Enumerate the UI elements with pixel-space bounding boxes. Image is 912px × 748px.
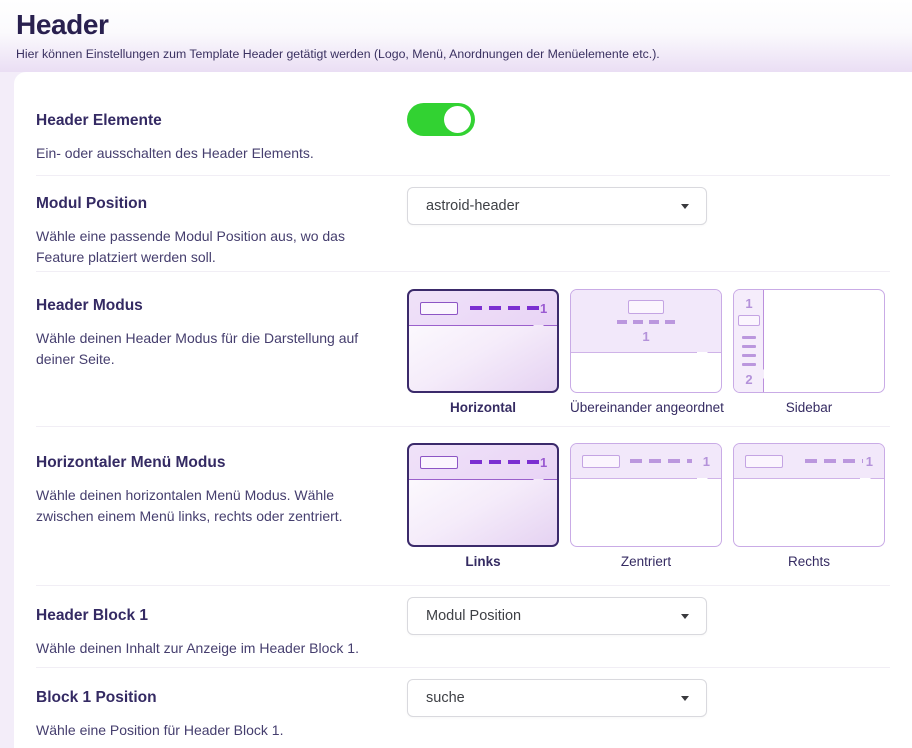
header-elemente-help: Ein- oder ausschalten des Header Element… [36,143,376,164]
menu-dashes-icon [617,320,675,324]
sidebar-thumbnail: 1 2 [733,289,885,393]
menu-mode-option-zentriert[interactable]: 1 Zentriert [570,443,722,569]
menu-dashes-icon [630,459,692,463]
chevron-down-icon [681,204,689,209]
block-1-position-select-value: suche [426,690,465,706]
block-1-position-help: Wähle eine Position für Header Block 1. [36,720,376,741]
block-number: 1 [703,455,710,468]
menu-modus-label: Horizontaler Menü Modus [36,454,407,472]
row-header-elemente: Header Elemente Ein- oder ausschalten de… [36,72,890,176]
modul-position-select[interactable]: astroid-header [407,187,707,225]
menu-mode-option-rechts[interactable]: 1 Rechts [733,443,885,569]
block-number: 1 [745,297,752,310]
row-modul-position: Modul Position Wähle eine passende Modul… [36,176,890,272]
logo-placeholder-icon [420,456,458,469]
option-label-stacked: Übereinander angeordnet [570,400,722,415]
header-block-1-select-value: Modul Position [426,608,521,624]
menu-mode-option-links[interactable]: 1 Links [407,443,559,569]
chevron-down-icon [681,696,689,701]
menu-center-thumbnail: 1 [570,443,722,547]
logo-placeholder-icon [628,300,664,314]
menu-dashes-icon [470,306,540,310]
logo-placeholder-icon [582,455,620,468]
modul-position-select-value: astroid-header [426,198,520,214]
header-elemente-label: Header Elemente [36,112,407,130]
logo-placeholder-icon [745,455,783,468]
block-1-position-label: Block 1 Position [36,689,407,707]
row-header-modus: Header Modus Wähle deinen Header Modus f… [36,272,890,427]
page-subtitle: Hier können Einstellungen zum Template H… [16,47,896,61]
block-number: 2 [745,373,752,386]
block-1-position-select[interactable]: suche [407,679,707,717]
header-block-1-select[interactable]: Modul Position [407,597,707,635]
settings-card: Header Elemente Ein- oder ausschalten de… [14,72,912,748]
logo-placeholder-icon [420,302,458,315]
menu-dashes-icon [805,459,863,463]
header-modus-help: Wähle deinen Header Modus für die Darste… [36,328,376,370]
block-number: 1 [540,456,547,469]
header-block-1-label: Header Block 1 [36,607,407,625]
menu-dashes-icon [742,336,756,366]
option-label-sidebar: Sidebar [733,400,885,415]
block-number: 1 [642,330,649,343]
header-mode-option-stacked[interactable]: 1 Übereinander angeordnet [570,289,722,415]
menu-modus-help: Wähle deinen horizontalen Menü Modus. Wä… [36,485,376,527]
block-number: 1 [540,302,547,315]
block-number: 1 [866,455,873,468]
header-elemente-toggle[interactable] [407,103,475,136]
header-mode-option-sidebar[interactable]: 1 2 Sidebar [733,289,885,415]
chevron-down-icon [681,614,689,619]
option-label-rechts: Rechts [733,554,885,569]
page-title: Header [16,9,896,41]
horizontal-thumbnail: 1 [407,289,559,393]
menu-dashes-icon [470,460,540,464]
row-block-1-position: Block 1 Position Wähle eine Position für… [36,668,890,748]
toggle-knob [444,106,471,133]
menu-left-thumbnail: 1 [407,443,559,547]
menu-modus-options: 1 Links 1 Zentriert [407,443,890,569]
logo-placeholder-icon [738,315,760,326]
modul-position-label: Modul Position [36,195,407,213]
page-header: Header Hier können Einstellungen zum Tem… [0,0,912,72]
header-modus-options: 1 Horizontal 1 Übereinander angeordnet [407,289,890,415]
option-label-links: Links [407,554,559,569]
header-mode-option-horizontal[interactable]: 1 Horizontal [407,289,559,415]
stacked-thumbnail: 1 [570,289,722,393]
modul-position-help: Wähle eine passende Modul Position aus, … [36,226,376,268]
option-label-zentriert: Zentriert [570,554,722,569]
header-block-1-help: Wähle deinen Inhalt zur Anzeige im Heade… [36,638,376,659]
row-menu-modus: Horizontaler Menü Modus Wähle deinen hor… [36,427,890,586]
menu-right-thumbnail: 1 [733,443,885,547]
option-label-horizontal: Horizontal [407,400,559,415]
header-modus-label: Header Modus [36,297,407,315]
row-header-block-1: Header Block 1 Wähle deinen Inhalt zur A… [36,586,890,668]
